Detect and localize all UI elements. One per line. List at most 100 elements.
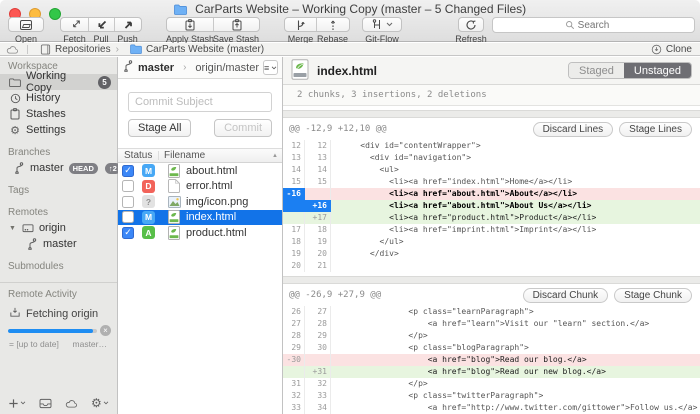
sidebar-item-working-copy[interactable]: Working Copy 5 <box>0 74 117 90</box>
diff-line[interactable]: 1515 <li><a href="index.html">Home</a></… <box>283 176 700 188</box>
upstream-branch[interactable]: origin/master <box>195 62 259 74</box>
diff-line[interactable]: +31 <a href="blog">Read our new blog.</a… <box>283 366 700 378</box>
file-checkbox[interactable] <box>122 196 134 208</box>
cloud-icon[interactable] <box>6 45 19 54</box>
new-line-number: 20 <box>305 248 331 260</box>
new-line-number: 21 <box>305 260 331 272</box>
push-button[interactable] <box>114 18 141 31</box>
merge-button[interactable] <box>285 18 316 31</box>
diff-line[interactable]: 3132 </p> <box>283 378 700 390</box>
file-name: error.html <box>186 180 232 192</box>
fetch-button[interactable] <box>61 18 88 31</box>
diff-line-text: <li><a href="about.html">About</a></li> <box>331 188 700 200</box>
current-branch[interactable]: master <box>138 62 174 74</box>
breadcrumb-current-repo[interactable]: CarParts Website (master) <box>146 44 264 55</box>
gear-icon[interactable]: ⚙ <box>91 396 109 410</box>
diff-line[interactable]: 3233 <p class="twitterParagraph"> <box>283 390 700 402</box>
diff-line[interactable]: -30 <a href="blog">Read our blog.</a> <box>283 354 700 366</box>
refresh-tool: Refresh <box>458 17 484 44</box>
save-stash-icon <box>230 18 244 32</box>
view-options-button[interactable]: ≡ <box>263 60 278 75</box>
staged-tab[interactable]: Staged <box>569 63 624 78</box>
new-line-number: +17 <box>305 212 331 224</box>
diff-line-text: <ul> <box>331 164 700 176</box>
refresh-button[interactable] <box>459 18 483 31</box>
branches-section-label: Branches <box>0 145 117 160</box>
clock-icon <box>9 93 21 104</box>
sidebar-item-remote-origin[interactable]: ▼ origin <box>0 220 117 236</box>
progress-fill <box>8 329 93 333</box>
refresh-icon <box>464 18 478 32</box>
diff-line[interactable]: 2930 <p class="blogParagraph"> <box>283 342 700 354</box>
sidebar-item-settings[interactable]: ⚙ Settings <box>0 122 117 138</box>
discard-button[interactable]: Discard Chunk <box>523 288 609 303</box>
new-line-number: +31 <box>305 366 331 378</box>
diff-line-text: </div> <box>331 248 700 260</box>
breadcrumb-repositories[interactable]: Repositories <box>55 44 111 55</box>
discard-button[interactable]: Discard Lines <box>533 122 614 137</box>
sidebar-item-branch-master[interactable]: master HEAD ↑2 <box>0 160 117 176</box>
file-row[interactable]: ?img/icon.png <box>118 194 282 210</box>
head-badge: HEAD <box>69 163 98 174</box>
sidebar-item-stashes[interactable]: Stashes <box>0 106 117 122</box>
divider <box>27 45 28 54</box>
diff-line[interactable]: 1313 <div id="navigation"> <box>283 152 700 164</box>
file-row[interactable]: Derror.html <box>118 179 282 195</box>
diff-line[interactable]: 1212 <div id="contentWrapper"> <box>283 140 700 152</box>
diff-line[interactable]: 3334 <a href="http://www.twitter.com/git… <box>283 402 700 414</box>
file-checkbox[interactable]: ✓ <box>122 165 134 177</box>
clone-button[interactable]: Clone <box>651 44 692 55</box>
old-line-number: -30 <box>283 354 305 366</box>
search-input[interactable] <box>492 17 695 33</box>
branch-chevron-icon: › <box>183 62 186 73</box>
diff-line[interactable]: +16 <li><a href="about.html">About Us</a… <box>283 200 700 212</box>
diff-body: @@ -12,9 +12,10 @@Discard LinesStage Lin… <box>283 110 700 414</box>
apply-stash-button[interactable] <box>167 18 213 31</box>
diff-line[interactable]: -16 <li><a href="about.html">About</a></… <box>283 188 700 200</box>
diff-line[interactable]: 2021 <box>283 260 700 272</box>
diff-line[interactable]: 2627 <p class="learnParagraph"> <box>283 306 700 318</box>
rebase-button[interactable] <box>316 18 349 31</box>
stage-button[interactable]: Stage Chunk <box>614 288 692 303</box>
commit-button[interactable]: Commit <box>214 119 272 137</box>
git-flow-button[interactable] <box>363 18 401 31</box>
disclosure-triangle-icon[interactable]: ▼ <box>9 225 16 232</box>
cancel-fetch-button[interactable]: × <box>100 325 111 336</box>
sidebar-item-remote-master[interactable]: master <box>0 236 117 252</box>
save-stash-button[interactable] <box>213 18 259 31</box>
diff-line[interactable]: 2728 <a href="learn">Visit our "learn" s… <box>283 318 700 330</box>
commit-subject-input[interactable] <box>128 92 272 112</box>
diff-line[interactable]: +17 <li><a href="product.html">Product</… <box>283 212 700 224</box>
sidebar-item-history[interactable]: History <box>0 90 117 106</box>
download-tray-icon <box>9 306 21 321</box>
diff-line-text <box>331 260 700 272</box>
new-line-number: 32 <box>305 378 331 390</box>
unstaged-tab[interactable]: Unstaged <box>624 63 691 78</box>
old-line-number: 31 <box>283 378 305 390</box>
stage-all-button[interactable]: Stage All <box>128 119 191 137</box>
inbox-icon[interactable] <box>39 398 52 409</box>
diff-line[interactable]: 2829 </p> <box>283 330 700 342</box>
filename-column-header[interactable]: Filename <box>164 150 205 161</box>
fetch-icon <box>68 18 82 32</box>
file-checkbox[interactable] <box>122 211 134 223</box>
diff-line[interactable]: 1414 <ul> <box>283 164 700 176</box>
open-button[interactable] <box>9 18 43 31</box>
cloud-icon[interactable] <box>65 399 78 408</box>
file-checkbox[interactable] <box>122 180 134 192</box>
diff-line[interactable]: 1819 </ul> <box>283 236 700 248</box>
old-line-number: 32 <box>283 390 305 402</box>
file-checkbox[interactable]: ✓ <box>122 227 134 239</box>
status-column-header[interactable]: Status <box>118 150 152 161</box>
file-row[interactable]: ✓Mabout.html <box>118 163 282 179</box>
diff-line[interactable]: 1920 </div> <box>283 248 700 260</box>
clipboard-icon <box>9 108 21 120</box>
gear-icon: ⚙ <box>9 124 21 137</box>
diff-line[interactable]: 1718 <li><a href="imprint.html">Imprint<… <box>283 224 700 236</box>
file-row[interactable]: ✓Aproduct.html <box>118 225 282 241</box>
merge-icon <box>294 18 308 32</box>
add-button[interactable] <box>8 398 26 409</box>
pull-button[interactable] <box>88 18 114 31</box>
stage-button[interactable]: Stage Lines <box>619 122 692 137</box>
file-row[interactable]: Mindex.html <box>118 210 282 226</box>
